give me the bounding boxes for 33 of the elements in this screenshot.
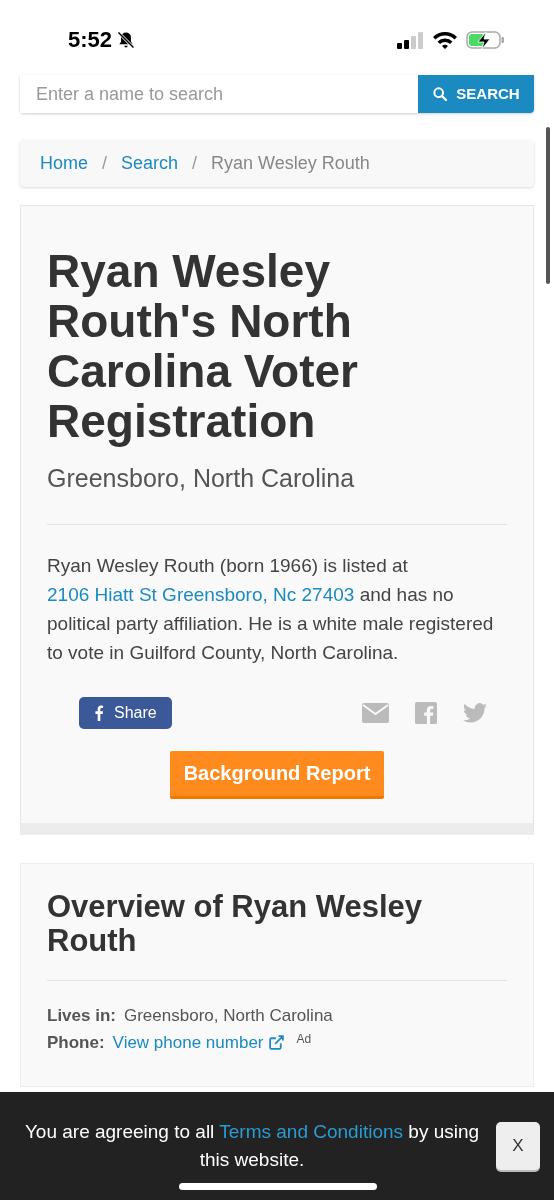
address-link[interactable]: 2106 Hiatt St Greensboro, Nc 27403 [47,583,355,605]
email-icon [362,702,389,723]
cookie-notice: You are agreeing to all Terms and Conditions by using this website. [23,1120,481,1172]
bird-icon [463,702,487,723]
location-subtitle: Greensboro, North Carolina [47,463,356,494]
facebook-icon [415,701,437,724]
detail-value: Greensboro, North Carolina [123,1004,333,1027]
wifi-icon [432,29,458,50]
breadcrumb-current: Ryan Wesley Routh [211,152,370,175]
battery-charging-icon [466,29,506,50]
terms-link[interactable]: Terms and Conditions [219,1121,404,1142]
breadcrumb-link[interactable]: Search [121,150,179,177]
search-icon [432,86,449,102]
facebook-icon [94,704,104,721]
status-time: 5:52 [68,26,113,54]
background-report-button[interactable]: Background Report [169,750,385,799]
detail-label: Phone: [47,1032,105,1054]
breadcrumb-link[interactable]: Home [40,150,88,177]
close-button[interactable]: X [496,1122,540,1170]
ad-label: Ad [296,1031,312,1048]
search-field[interactable]: Enter a name to search [20,75,418,113]
breadcrumb-separator: / [102,152,108,175]
signal-icon [396,29,424,50]
search-button[interactable]: SEARCH [418,75,534,113]
page-title: Ryan Wesley Routh's North Carolina Voter Registration [47,246,359,446]
scrollbar[interactable] [546,127,550,284]
breadcrumb-separator: / [192,152,198,175]
phone-link[interactable]: View phone number [112,1030,285,1056]
facebook-share-button[interactable]: Share [79,696,172,729]
detail-label: Lives in: [47,1004,116,1027]
overview-title: Overview of Ryan Wesley Routh [47,889,424,958]
external-link-icon [267,1034,285,1052]
summary-paragraph: Ryan Wesley Routh (born 1966) is listed at 2106 Hiatt St Greensboro, Nc 27403 and has no political party affiliation. He is a white male registered to vote in Guilford County, North Carolina. [47,553,495,665]
